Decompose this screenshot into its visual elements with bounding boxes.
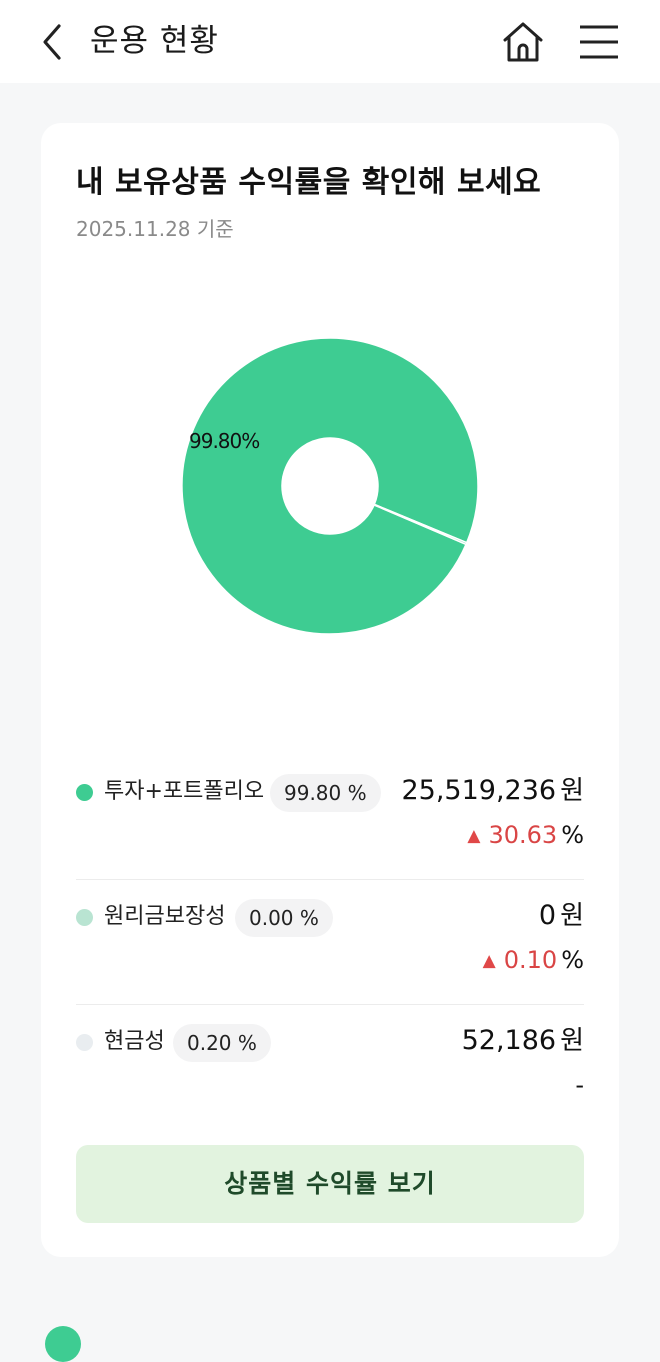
amount-value: 52,186: [461, 1025, 557, 1056]
amount-value: 25,519,236: [401, 775, 557, 806]
holding-name: 현금성: [104, 1029, 165, 1054]
holding-amount: 0원: [539, 896, 584, 936]
chevron-left-icon: [43, 24, 61, 60]
legend-dot: [76, 784, 93, 801]
next-section-icon: [45, 1326, 81, 1362]
view-returns-by-product-button[interactable]: 상품별 수익률 보기: [76, 1145, 584, 1223]
holding-amount: 52,186 원: [462, 1021, 584, 1061]
holdings-list: 투자+포트폴리오 99.80 % 25,519,236 원 ▲ 30.63% 원리금…: [76, 755, 584, 1129]
card-title: 내 보유상품 수익률을 확인해 보세요: [76, 165, 542, 200]
home-icon: [503, 22, 543, 62]
amount-value: 0: [538, 900, 557, 931]
base-date: 2025.11.28 기준: [76, 217, 234, 241]
page-title: 운용 현황: [90, 23, 219, 59]
amount-unit: 원: [560, 901, 584, 931]
pie-slice-label: 99.80%: [189, 429, 259, 453]
amount-unit: 원: [560, 776, 584, 806]
pie-slice-0: [181, 337, 479, 635]
weight-badge: 0.20 %: [173, 1024, 271, 1062]
app-header: 운용 현황: [0, 0, 660, 83]
home-button[interactable]: [500, 19, 546, 65]
up-triangle-icon: ▲: [467, 826, 481, 846]
legend-dot: [76, 909, 93, 926]
holding-name: 원리금보장성: [104, 904, 226, 929]
legend-dot: [76, 1034, 93, 1051]
return-unit: %: [561, 946, 584, 974]
return-value: 0.10: [503, 946, 558, 974]
hamburger-menu-icon: [580, 25, 618, 59]
holding-return: ▲ 0.10%: [483, 942, 584, 979]
holding-name: 투자+포트폴리오: [104, 779, 265, 804]
holding-row-guaranteed[interactable]: 원리금보장성 0.00 % 0원 ▲ 0.10%: [76, 880, 584, 1005]
donut-chart: 99.80%: [41, 303, 619, 663]
holding-amount: 25,519,236 원: [401, 771, 584, 811]
menu-button[interactable]: [576, 19, 622, 65]
return-value: 30.63: [488, 821, 558, 849]
holding-row-investment[interactable]: 투자+포트폴리오 99.80 % 25,519,236 원 ▲ 30.63%: [76, 755, 584, 880]
up-triangle-icon: ▲: [482, 951, 496, 971]
holding-return: -: [575, 1071, 584, 1099]
back-button[interactable]: [30, 20, 74, 64]
holding-return: ▲ 30.63%: [467, 817, 584, 854]
holding-row-cash[interactable]: 현금성 0.20 % 52,186 원 -: [76, 1005, 584, 1129]
weight-badge: 0.00 %: [235, 899, 333, 937]
amount-unit: 원: [560, 1026, 584, 1056]
return-unit: %: [561, 821, 584, 849]
holdings-card: 내 보유상품 수익률을 확인해 보세요 2025.11.28 기준 99.80%…: [41, 123, 619, 1257]
weight-badge: 99.80 %: [270, 774, 381, 812]
donut-chart-svg: 99.80%: [181, 337, 479, 635]
